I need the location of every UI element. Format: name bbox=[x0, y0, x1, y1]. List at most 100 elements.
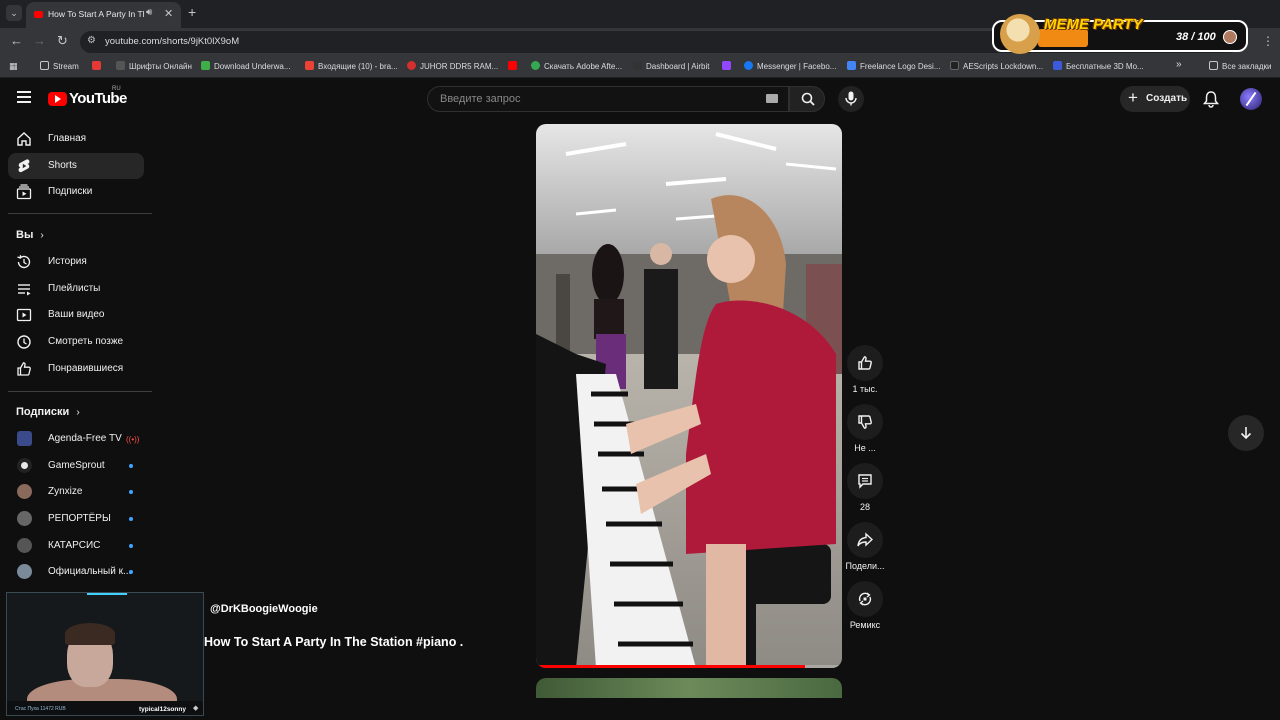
bookmark-adobe[interactable]: Скачать Adobe Afte... bbox=[531, 61, 622, 71]
reload-icon[interactable]: ↻ bbox=[57, 33, 68, 49]
voice-search-button[interactable] bbox=[838, 86, 864, 112]
sidebar-item-watch-later[interactable]: Смотреть позже bbox=[8, 329, 144, 355]
bookmark-3d[interactable]: Бесплатные 3D Mo... bbox=[1053, 61, 1144, 71]
meme-party-widget: MEME PARTY 38 / 100 bbox=[992, 14, 1248, 54]
dislike-button[interactable]: Не ... bbox=[842, 404, 888, 453]
close-tab-icon[interactable]: ✕ bbox=[164, 7, 173, 20]
playback-progress-fill bbox=[536, 665, 806, 668]
bookmark-freelance[interactable]: Freelance Logo Desi... bbox=[847, 61, 941, 71]
all-bookmarks[interactable]: Все закладки bbox=[1209, 61, 1271, 71]
browser-tab[interactable]: How To Start A Party In The Station #pia… bbox=[26, 2, 181, 28]
channel-name: Agenda-Free TV bbox=[48, 433, 122, 444]
create-label: Создать bbox=[1146, 93, 1188, 104]
sidebar-item-home[interactable]: Главная bbox=[8, 126, 144, 152]
youtube-favicon-icon bbox=[34, 11, 43, 18]
guide-menu-icon[interactable] bbox=[17, 91, 31, 103]
short-channel-handle[interactable]: @DrKBoogieWoogie bbox=[210, 603, 318, 615]
browser-menu-icon[interactable]: ⋮ bbox=[1262, 34, 1274, 48]
back-icon[interactable]: ← bbox=[10, 33, 23, 48]
tab-title: How To Start A Party In The Station #pia… bbox=[48, 9, 144, 19]
bookmark-messenger[interactable]: Messenger | Facebo... bbox=[744, 61, 836, 71]
short-title[interactable]: How To Start A Party In The Station #pia… bbox=[204, 635, 464, 649]
sidebar-item-label: Плейлисты bbox=[48, 283, 101, 294]
short-video-player[interactable] bbox=[536, 124, 842, 668]
new-content-dot bbox=[129, 464, 133, 468]
next-short-button[interactable] bbox=[1228, 415, 1264, 451]
sidebar-item-label: Смотреть позже bbox=[48, 336, 124, 347]
sidebar-item-label: Подписки bbox=[48, 186, 93, 197]
channel-avatar bbox=[17, 511, 32, 526]
bookmark-airbit[interactable]: Dashboard | Airbit bbox=[633, 61, 709, 71]
logo-country-code: RU bbox=[112, 86, 121, 92]
bookmark-1[interactable] bbox=[92, 61, 105, 71]
donation-label: Стас Пуха 11472 RUB bbox=[15, 706, 66, 712]
like-icon bbox=[858, 356, 872, 370]
dislike-icon bbox=[858, 415, 872, 429]
diamond-icon: ◆ bbox=[193, 705, 199, 712]
liked-icon bbox=[17, 362, 31, 376]
new-tab-button[interactable]: + bbox=[188, 4, 196, 20]
youtube-masthead: YouTube RU Введите запрос + Создать bbox=[0, 79, 1280, 121]
subscription-reporters[interactable]: РЕПОРТЁРЫ bbox=[8, 506, 144, 532]
site-info-icon[interactable]: ⚙ bbox=[87, 35, 96, 46]
remix-button[interactable]: Ремикс bbox=[842, 581, 888, 630]
next-short-preview[interactable] bbox=[536, 678, 842, 698]
doge-icon bbox=[1000, 14, 1040, 54]
share-button[interactable]: Подели... bbox=[842, 522, 888, 571]
share-icon bbox=[857, 532, 873, 547]
notifications-bell-icon[interactable] bbox=[1203, 91, 1219, 108]
search-button[interactable] bbox=[789, 86, 825, 112]
sidebar-item-label: Shorts bbox=[48, 160, 77, 171]
sidebar-item-history[interactable]: История bbox=[8, 249, 144, 275]
bookmark-youtube[interactable] bbox=[508, 61, 521, 71]
bookmark-twitch[interactable] bbox=[722, 61, 735, 71]
keyboard-icon[interactable] bbox=[766, 94, 778, 103]
sidebar-item-label: Ваши видео bbox=[48, 309, 105, 320]
create-button[interactable]: + Создать bbox=[1120, 86, 1190, 112]
streamer-webcam: Стас Пуха 11472 RUB typical12sonny ◆ bbox=[6, 592, 204, 716]
sidebar-item-liked[interactable]: Понравившиеся bbox=[8, 356, 144, 382]
bookmark-fonts[interactable]: Шрифты Онлайн bbox=[116, 61, 192, 71]
channel-name: РЕПОРТЁРЫ bbox=[48, 513, 111, 524]
address-url[interactable]: youtube.com/shorts/9jKt0lX9oM bbox=[105, 36, 239, 47]
subscriptions-section-heading[interactable]: Подписки › bbox=[16, 406, 80, 418]
like-count: 1 тыс. bbox=[852, 384, 878, 394]
subscription-zynxize[interactable]: Zynxize bbox=[8, 479, 144, 505]
bookmark-gmail[interactable]: Входящие (10) - bra... bbox=[305, 61, 398, 71]
subscription-katarsis[interactable]: КАТАРСИС bbox=[8, 533, 144, 559]
sidebar-item-your-videos[interactable]: Ваши видео bbox=[8, 302, 144, 328]
subscription-official[interactable]: Официальный к... bbox=[8, 559, 144, 585]
shorts-icon bbox=[18, 159, 30, 173]
sidebar-item-playlists[interactable]: Плейлисты bbox=[8, 276, 144, 302]
like-button[interactable]: 1 тыс. bbox=[842, 345, 888, 394]
new-content-dot bbox=[129, 517, 133, 521]
account-avatar[interactable] bbox=[1240, 88, 1262, 110]
sidebar-item-subscriptions[interactable]: Подписки bbox=[8, 179, 144, 205]
subscription-gamesprout[interactable]: GameSprout bbox=[8, 453, 144, 479]
meme-party-title: MEME PARTY bbox=[1044, 16, 1143, 33]
webcam-accent bbox=[87, 593, 127, 595]
sidebar-item-label: История bbox=[48, 256, 87, 267]
live-indicator-icon: ((•)) bbox=[126, 435, 140, 444]
playlists-icon bbox=[18, 284, 31, 296]
comments-button[interactable]: 28 bbox=[842, 463, 888, 512]
bookmark-juhor[interactable]: JUHOR DDR5 RAM... bbox=[407, 61, 498, 71]
apps-icon[interactable]: ▦ bbox=[9, 61, 18, 72]
you-section-heading[interactable]: Вы › bbox=[16, 229, 44, 241]
sidebar-item-shorts[interactable]: Shorts bbox=[8, 153, 144, 179]
sidebar-divider bbox=[8, 213, 152, 214]
bookmark-aescripts[interactable]: AEScripts Lockdown... bbox=[950, 61, 1043, 71]
search-input[interactable]: Введите запрос bbox=[427, 86, 789, 112]
logo-wordmark: YouTube bbox=[69, 90, 127, 107]
forward-icon[interactable]: → bbox=[33, 33, 46, 48]
channel-avatar bbox=[17, 484, 32, 499]
history-icon bbox=[17, 255, 31, 269]
bookmark-download[interactable]: Download Underwa... bbox=[201, 61, 290, 71]
dislike-label: Не ... bbox=[854, 443, 876, 453]
tab-search-button[interactable]: ⌄ bbox=[6, 5, 22, 21]
subscription-agenda-free-tv[interactable]: Agenda-Free TV ((•)) bbox=[8, 426, 144, 452]
bookmark-stream[interactable]: Stream bbox=[40, 61, 79, 71]
more-bookmarks-icon[interactable]: » bbox=[1176, 59, 1182, 70]
audio-playing-icon[interactable]: 🔊︎ bbox=[146, 7, 152, 18]
playback-progress-bar[interactable] bbox=[536, 665, 842, 668]
